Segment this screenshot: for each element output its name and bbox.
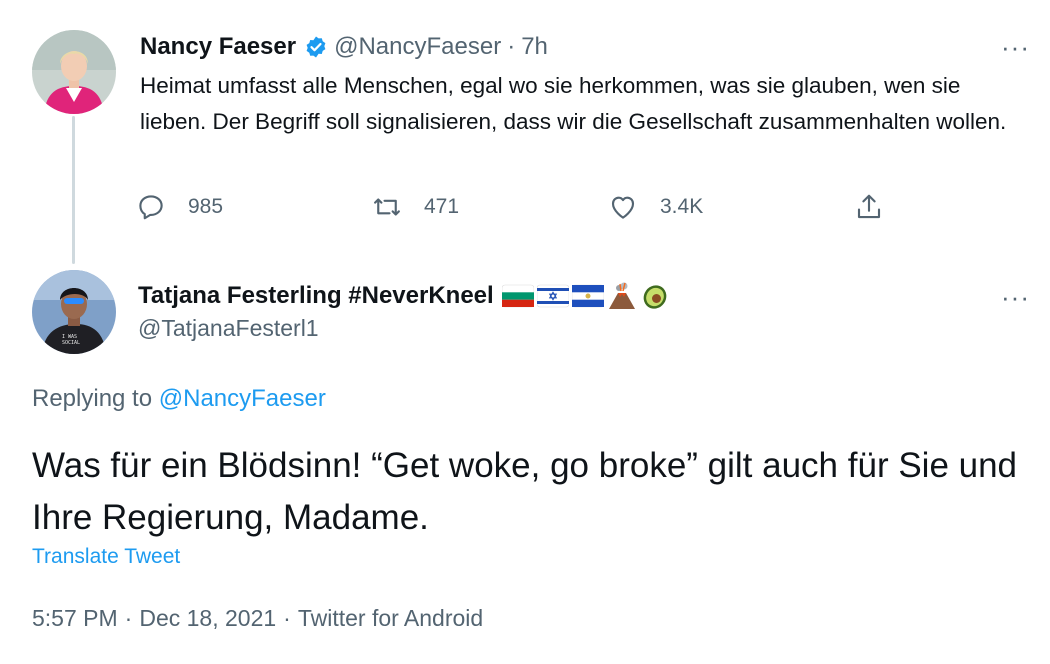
tweet1-header: Nancy Faeser @NancyFaeser · 7h — [140, 30, 548, 64]
el-salvador-flag-icon — [571, 284, 604, 308]
tweet2-metadata: 5:57 PM · Dec 18, 2021 · Twitter for Android — [32, 605, 483, 632]
replying-prefix: Replying to — [32, 385, 153, 412]
share-button[interactable] — [854, 192, 906, 222]
replying-to-link[interactable]: @NancyFaeser — [159, 385, 326, 412]
meta-separator: · — [124, 605, 133, 631]
avocado-icon — [643, 285, 667, 309]
reply-icon — [139, 195, 163, 220]
tweet-date[interactable]: Dec 18, 2021 — [139, 605, 276, 631]
israel-flag-icon — [536, 284, 569, 308]
retweet-icon — [374, 198, 400, 216]
reply-count: 985 — [188, 195, 224, 218]
tweet1-time[interactable]: 7h — [521, 33, 548, 61]
tweet1-author-name[interactable]: Nancy Faeser — [140, 33, 296, 61]
tatjana-festerling-avatar[interactable]: I WAS SOCIAL — [32, 270, 116, 354]
share-icon — [857, 194, 881, 219]
volcano-icon — [608, 282, 635, 309]
tweet2-text: Was für ein Blödsinn! “Get woke, go brok… — [32, 446, 1018, 537]
thread-line — [72, 116, 75, 264]
tweet2-more-options-icon[interactable]: ··· — [1001, 284, 1030, 310]
retweet-button[interactable]: 471 — [372, 192, 459, 222]
tweet1-actions: 985 471 3.4K — [136, 192, 896, 232]
tweet1-more-options-icon[interactable]: ··· — [1001, 34, 1030, 60]
nancy-faeser-avatar[interactable] — [32, 30, 116, 114]
like-count: 3.4K — [660, 195, 704, 218]
heart-icon — [611, 196, 635, 219]
tweet-source[interactable]: Twitter for Android — [298, 605, 483, 631]
tweet2-author-handle[interactable]: @TatjanaFesterl1 — [138, 315, 319, 342]
tweet2-author-name-row: Tatjana Festerling #NeverKneel — [138, 278, 670, 314]
tweet2-author-name[interactable]: Tatjana Festerling #NeverKneel — [138, 282, 494, 310]
name-emojis — [501, 281, 670, 311]
retweet-count: 471 — [424, 195, 460, 218]
meta-separator: · — [283, 605, 291, 631]
verified-badge-icon — [304, 35, 328, 59]
reply-button[interactable]: 985 — [136, 192, 223, 222]
like-button[interactable]: 3.4K — [608, 192, 703, 222]
translate-tweet-link[interactable]: Translate Tweet — [32, 545, 180, 569]
tweet1-author-handle[interactable]: @NancyFaeser — [334, 33, 501, 61]
bulgaria-flag-icon — [501, 284, 534, 308]
replying-to: Replying to @NancyFaeser — [32, 385, 326, 413]
svg-text:SOCIAL: SOCIAL — [62, 340, 80, 346]
tweet1-text: Heimat umfasst alle Menschen, egal wo si… — [140, 73, 1007, 134]
tweet-time[interactable]: 5:57 PM — [32, 605, 118, 631]
tweet1-separator: · — [507, 33, 516, 60]
